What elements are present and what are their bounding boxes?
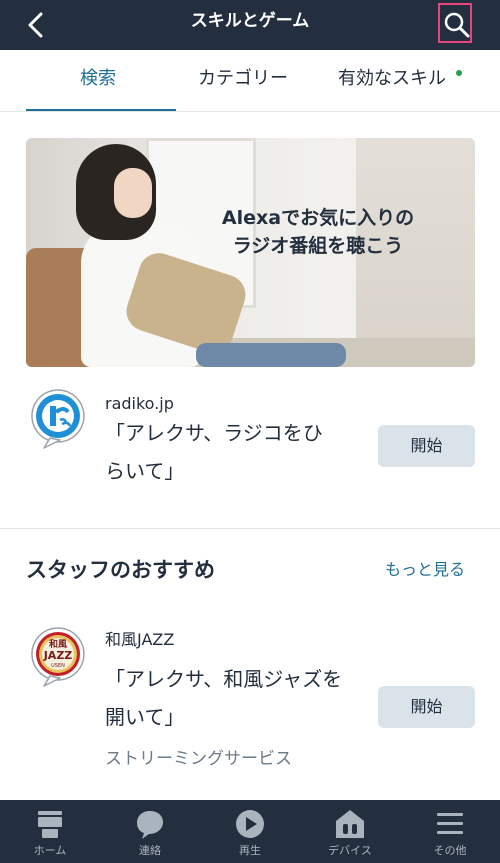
- start-button[interactable]: 開始: [378, 686, 475, 728]
- nav-more[interactable]: その他: [400, 800, 500, 863]
- skill-invocation-phrase: 「アレクサ、ラジコをひ らいて」: [105, 414, 323, 490]
- nav-label: デバイス: [328, 844, 372, 857]
- devices-icon: [336, 810, 364, 838]
- banner-person-face: [114, 168, 152, 218]
- skill-phrase-line1: 「アレクサ、ラジコをひ: [105, 421, 323, 445]
- nav-label: ホーム: [33, 844, 67, 857]
- tab-enabled-skills[interactable]: 有効なスキル: [338, 66, 446, 92]
- radiko-logo-icon: [31, 389, 85, 449]
- nav-play[interactable]: 再生: [200, 800, 300, 863]
- bottom-navigation: ホーム 連絡 再生 デバイス その他: [0, 800, 500, 863]
- wafu-jazz-skill-icon[interactable]: 和風 JAZZ USEN: [30, 626, 86, 688]
- nav-communicate[interactable]: 連絡: [100, 800, 200, 863]
- promo-banner[interactable]: Alexaでお気に入りの ラジオ番組を聴こう: [26, 138, 475, 367]
- banner-person-jeans: [196, 343, 346, 367]
- chat-bubble-icon: [137, 811, 163, 839]
- page-title: スキルとゲーム: [190, 11, 310, 31]
- wafu-jazz-logo-text-main: JAZZ: [43, 649, 73, 662]
- banner-caption-line2: ラジオ番組を聴こう: [232, 235, 404, 257]
- start-button[interactable]: 開始: [378, 425, 475, 467]
- nav-label: その他: [433, 844, 467, 857]
- skill-phrase-line1: 「アレクサ、和風ジャズを: [105, 667, 343, 691]
- tab-bar: 検索 カテゴリー 有効なスキル: [0, 50, 500, 112]
- nav-label: 再生: [239, 844, 261, 857]
- wafu-jazz-logo-text-small: USEN: [51, 663, 65, 669]
- menu-icon: [437, 813, 463, 834]
- skill-name[interactable]: 和風JAZZ: [105, 630, 174, 650]
- skill-phrase-line2: らいて」: [105, 459, 185, 483]
- search-icon: [444, 12, 470, 38]
- nav-label: 連絡: [139, 844, 161, 857]
- banner-caption-line1: Alexaでお気に入りの: [221, 207, 415, 229]
- nav-home[interactable]: ホーム: [0, 800, 100, 863]
- home-icon: [38, 811, 62, 838]
- skill-invocation-phrase: 「アレクサ、和風ジャズを 開いて」: [105, 660, 342, 736]
- skill-phrase-line2: 開いて」: [105, 705, 185, 729]
- tab-divider: [0, 111, 500, 112]
- radiko-skill-icon[interactable]: [30, 388, 86, 450]
- new-badge-dot: [456, 70, 462, 76]
- tab-search[interactable]: 検索: [80, 66, 116, 92]
- skill-category: ストリーミングサービス: [105, 749, 292, 769]
- skill-name[interactable]: radiko.jp: [105, 394, 174, 414]
- section-divider: [0, 528, 500, 529]
- banner-caption: Alexaでお気に入りの ラジオ番組を聴こう: [198, 204, 438, 260]
- header-bar: スキルとゲーム: [0, 0, 500, 50]
- nav-devices[interactable]: デバイス: [300, 800, 400, 863]
- see-more-link[interactable]: もっと見る: [385, 558, 465, 582]
- tab-category[interactable]: カテゴリー: [198, 66, 288, 92]
- play-icon: [236, 810, 264, 838]
- search-button[interactable]: [438, 3, 472, 43]
- section-title: スタッフのおすすめ: [26, 558, 215, 582]
